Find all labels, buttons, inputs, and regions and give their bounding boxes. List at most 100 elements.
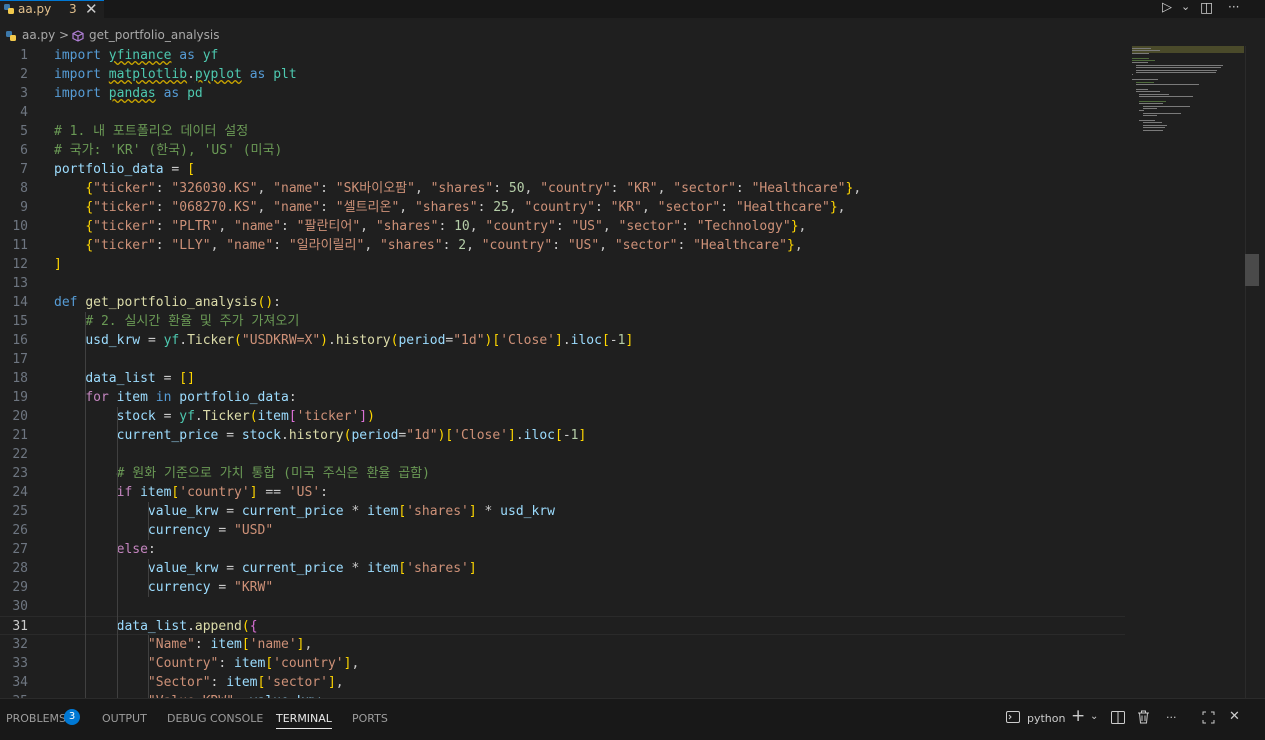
more-actions-icon[interactable]: ··· bbox=[1228, 0, 1239, 16]
code-text: # 1. 내 포트폴리오 데이터 설정 bbox=[54, 124, 249, 139]
code-line[interactable]: 20 stock = yf.Ticker(item['ticker']) bbox=[0, 407, 1125, 426]
minimap-line bbox=[1135, 91, 1160, 93]
chevron-down-icon[interactable]: ⌄ bbox=[1090, 711, 1098, 722]
code-line[interactable]: 2 import matplotlib.pyplot as plt bbox=[0, 65, 1125, 84]
editor-tab-bar: aa.py 3 ✕ ▷ ⌄ ◫ ··· bbox=[0, 0, 1265, 18]
code-line[interactable]: 16 usd_krw = yf.Ticker("USDKRW=X").histo… bbox=[0, 331, 1125, 350]
code-line[interactable]: 33 "Country": item['country'], bbox=[0, 654, 1125, 673]
editor-scrollbar[interactable] bbox=[1245, 46, 1260, 698]
minimap-line bbox=[1132, 60, 1156, 61]
editor-scrollbar-thumb[interactable] bbox=[1245, 254, 1259, 286]
line-number: 26 bbox=[12, 523, 28, 538]
line-number: 9 bbox=[20, 200, 28, 215]
code-line[interactable]: 27 else: bbox=[0, 540, 1125, 559]
line-number: 16 bbox=[12, 333, 28, 348]
code-line[interactable]: 26 currency = "USD" bbox=[0, 521, 1125, 540]
tab-aa-py[interactable]: aa.py 3 ✕ bbox=[0, 0, 104, 18]
tab-output[interactable]: OUTPUT bbox=[102, 712, 147, 725]
line-number: 4 bbox=[20, 105, 28, 120]
minimap-line bbox=[1132, 57, 1150, 59]
minimap-line bbox=[1142, 115, 1158, 117]
minimap-line bbox=[1132, 48, 1151, 49]
code-editor[interactable]: 1 import yfinance as yf 2 import matplotlib… bbox=[0, 46, 1125, 698]
code-line[interactable]: 22 bbox=[0, 445, 1125, 464]
code-line[interactable]: 7 portfolio_data = [ bbox=[0, 160, 1125, 179]
code-line[interactable]: 18 data_list = [] bbox=[0, 369, 1125, 388]
code-line[interactable]: 14 def get_portfolio_analysis(): bbox=[0, 293, 1125, 312]
code-text: stock = yf.Ticker(item['ticker']) bbox=[116, 409, 375, 424]
minimap-line bbox=[1139, 93, 1169, 95]
line-number: 25 bbox=[12, 504, 28, 519]
minimap-line bbox=[1135, 88, 1149, 90]
minimap[interactable] bbox=[1132, 46, 1244, 176]
minimap-line bbox=[1132, 52, 1150, 54]
more-actions-icon[interactable]: ··· bbox=[1166, 711, 1177, 724]
run-icon[interactable]: ▷ bbox=[1162, 0, 1172, 16]
indent-guide bbox=[147, 635, 149, 698]
code-line[interactable]: 32 "Name": item['name'], bbox=[0, 635, 1125, 654]
breadcrumb-symbol[interactable]: get_portfolio_analysis bbox=[89, 28, 219, 42]
python-file-icon bbox=[6, 31, 16, 41]
minimap-line bbox=[1135, 81, 1155, 83]
line-number: 10 bbox=[12, 219, 28, 234]
code-line[interactable]: 30 bbox=[0, 597, 1125, 616]
terminal-name[interactable]: python bbox=[1027, 712, 1065, 725]
code-line[interactable]: 8 {"ticker": "326030.KS", "name": "SK바이오… bbox=[0, 179, 1125, 198]
code-line[interactable]: 17 bbox=[0, 350, 1125, 369]
trash-icon[interactable] bbox=[1137, 710, 1150, 724]
code-line[interactable]: 13 bbox=[0, 274, 1125, 293]
code-text: usd_krw = yf.Ticker("USDKRW=X").history(… bbox=[85, 333, 634, 348]
code-line[interactable]: 21 current_price = stock.history(period=… bbox=[0, 426, 1125, 445]
code-text: value_krw = current_price * item['shares… bbox=[147, 504, 555, 519]
tab-terminal[interactable]: TERMINAL bbox=[276, 712, 332, 729]
split-terminal-icon[interactable] bbox=[1111, 711, 1125, 724]
minimap-line bbox=[1142, 122, 1162, 124]
code-text: # 원화 기준으로 가치 통합 (미국 주식은 환율 곱함) bbox=[116, 466, 430, 481]
code-line[interactable]: 9 {"ticker": "068270.KS", "name": "셀트리온"… bbox=[0, 198, 1125, 217]
code-line[interactable]: 29 currency = "KRW" bbox=[0, 578, 1125, 597]
close-icon[interactable]: ✕ bbox=[85, 0, 98, 18]
code-line[interactable]: 15 # 2. 실시간 환율 및 주가 가져오기 bbox=[0, 312, 1125, 331]
code-line[interactable]: 25 value_krw = current_price * item['sha… bbox=[0, 502, 1125, 521]
code-line[interactable]: 11 {"ticker": "LLY", "name": "일라이릴리", "s… bbox=[0, 236, 1125, 255]
code-line[interactable]: 24 if item['country'] == 'US': bbox=[0, 483, 1125, 502]
tab-ports[interactable]: PORTS bbox=[352, 712, 388, 725]
code-line[interactable]: 6 # 국가: 'KR' (한국), 'US' (미국) bbox=[0, 141, 1125, 160]
code-line[interactable]: 5 # 1. 내 포트폴리오 데이터 설정 bbox=[0, 122, 1125, 141]
line-number: 5 bbox=[20, 124, 28, 139]
code-text: # 2. 실시간 환율 및 주가 가져오기 bbox=[85, 314, 300, 329]
add-terminal-icon[interactable]: + bbox=[1071, 706, 1085, 726]
code-line[interactable]: 4 bbox=[0, 103, 1125, 122]
code-line[interactable]: 1 import yfinance as yf bbox=[0, 46, 1125, 65]
close-panel-icon[interactable]: ✕ bbox=[1229, 709, 1240, 724]
code-line[interactable]: 28 value_krw = current_price * item['sha… bbox=[0, 559, 1125, 578]
tab-debug-console[interactable]: DEBUG CONSOLE bbox=[167, 712, 263, 725]
code-line[interactable]: 19 for item in portfolio_data: bbox=[0, 388, 1125, 407]
code-line[interactable]: 31 data_list.append({ bbox=[0, 616, 1125, 635]
line-number: 23 bbox=[12, 466, 28, 481]
code-line[interactable]: 3 import pandas as pd bbox=[0, 84, 1125, 103]
maximize-panel-icon[interactable] bbox=[1202, 711, 1215, 724]
code-text: "Country": item['country'], bbox=[147, 656, 360, 671]
code-line[interactable]: 12] bbox=[0, 255, 1125, 274]
code-line[interactable]: 23 # 원화 기준으로 가치 통합 (미국 주식은 환율 곱함) bbox=[0, 464, 1125, 483]
split-editor-icon[interactable]: ◫ bbox=[1200, 0, 1213, 16]
minimap-line bbox=[1139, 103, 1164, 105]
line-number: 18 bbox=[12, 371, 28, 386]
code-text: current_price = stock.history(period="1d… bbox=[116, 428, 587, 443]
chevron-down-icon[interactable]: ⌄ bbox=[1181, 0, 1190, 16]
line-number: 11 bbox=[12, 238, 28, 253]
line-number: 14 bbox=[12, 295, 28, 310]
code-line[interactable]: 10 {"ticker": "PLTR", "name": "팔란티어", "s… bbox=[0, 217, 1125, 236]
code-text: ] bbox=[54, 257, 62, 272]
minimap-line bbox=[1139, 120, 1156, 121]
breadcrumb-file[interactable]: aa.py bbox=[22, 28, 55, 42]
code-text: portfolio_data = [ bbox=[54, 162, 195, 177]
code-line[interactable]: 34 "Sector": item['sector'], bbox=[0, 673, 1125, 692]
minimap-line bbox=[1132, 50, 1160, 52]
problems-badge: 3 bbox=[64, 709, 80, 725]
tab-problems[interactable]: PROBLEMS bbox=[6, 712, 66, 725]
code-text: {"ticker": "LLY", "name": "일라이릴리", "shar… bbox=[85, 238, 803, 253]
minimap-line bbox=[1135, 72, 1216, 73]
line-number: 12 bbox=[12, 257, 28, 272]
